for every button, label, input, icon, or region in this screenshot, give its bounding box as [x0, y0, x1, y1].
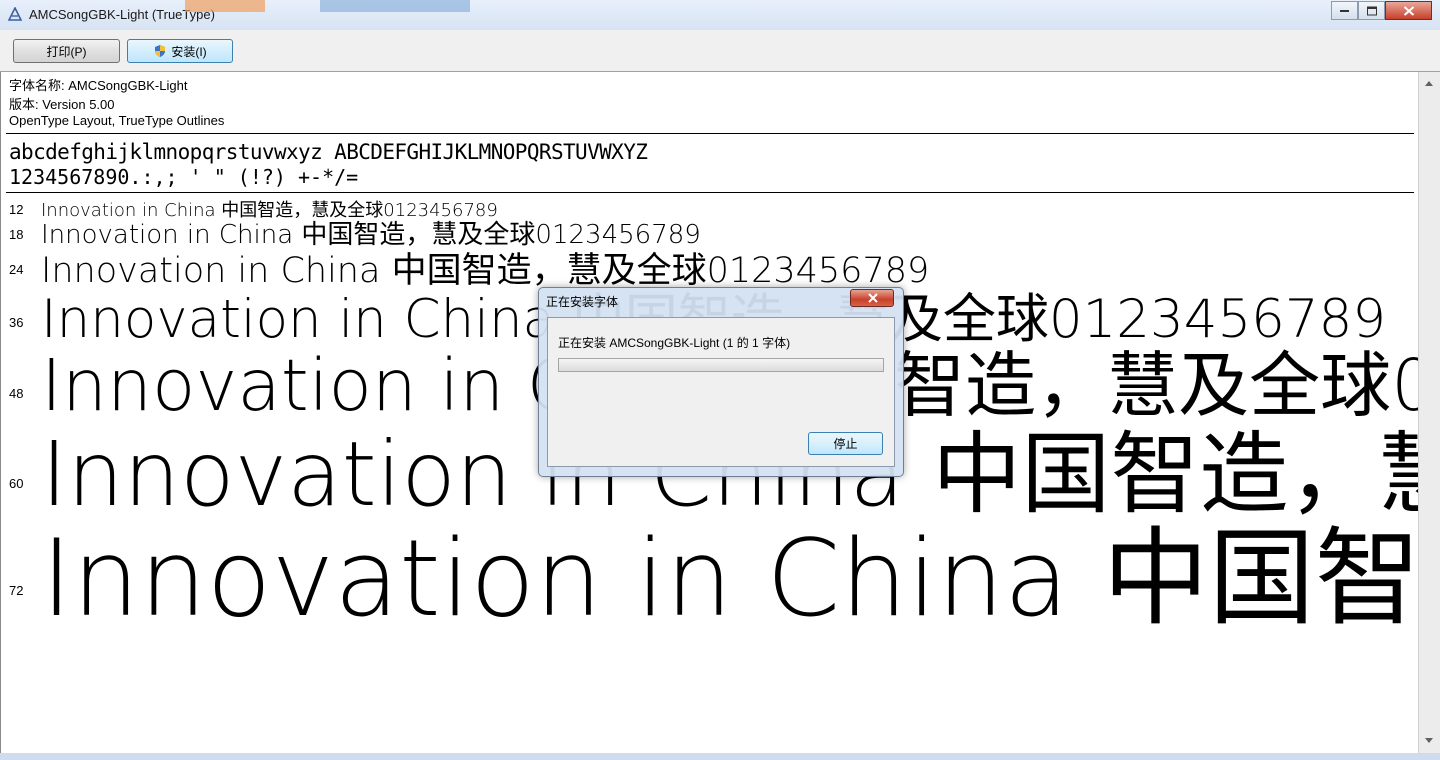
sample-size-label: 18 [9, 227, 24, 242]
sample-size-label: 48 [9, 386, 24, 401]
window-bottom-border [0, 753, 1440, 760]
minimize-button[interactable] [1331, 1, 1358, 20]
font-outline-type: OpenType Layout, TrueType Outlines [9, 113, 225, 128]
sample-size-label: 72 [9, 583, 24, 598]
close-button[interactable] [1385, 1, 1432, 20]
sample-text: Innovation in China 中国智造，慧及全球0123456789 [41, 517, 1418, 640]
scroll-up-icon[interactable] [1423, 78, 1435, 90]
install-button[interactable]: 安装(I) [127, 39, 233, 63]
title-bar[interactable]: AMCSongGBK-Light (TrueType) [0, 0, 1440, 30]
font-name: 字体名称: AMCSongGBK-Light [9, 78, 188, 93]
uac-shield-icon [155, 45, 166, 57]
charset-letters: abcdefghijklmnopqrstuvwxyz ABCDEFGHIJKLM… [9, 140, 648, 164]
stop-button-label: 停止 [833, 437, 858, 451]
sample-size-label: 24 [9, 262, 24, 277]
sample-size-label: 60 [9, 476, 24, 491]
sample-size-label: 36 [9, 315, 24, 330]
print-button-label: 打印(P) [46, 44, 87, 59]
close-icon [1403, 5, 1414, 16]
minimize-icon [1339, 9, 1349, 12]
charset-digits: 1234567890.:,; ' " (!?) +-*/= [9, 165, 359, 189]
scroll-down-icon[interactable] [1423, 734, 1435, 746]
font-version: 版本: Version 5.00 [9, 97, 115, 112]
toolbar: 打印(P) 安装(I) [0, 30, 1440, 72]
font-viewer-window: AMCSongGBK-Light (TrueType) 打印(P) 安装(I) … [0, 0, 1440, 760]
dialog-title: 正在安装字体 [546, 295, 619, 309]
background-app-strip [185, 0, 265, 12]
background-app-strip [320, 0, 470, 12]
maximize-icon [1366, 6, 1377, 15]
print-button[interactable]: 打印(P) [13, 39, 120, 63]
install-progress-bar [558, 358, 884, 372]
divider [6, 133, 1414, 134]
install-button-label: 安装(I) [171, 44, 207, 59]
install-progress-dialog: 正在安装字体 正在安装 AMCSongGBK-Light (1 的 1 字体) … [538, 287, 904, 477]
vertical-scrollbar[interactable] [1418, 72, 1440, 753]
divider [6, 192, 1414, 193]
close-icon [868, 293, 878, 303]
stop-button[interactable]: 停止 [808, 432, 883, 455]
install-status-message: 正在安装 AMCSongGBK-Light (1 的 1 字体) [558, 336, 791, 350]
dialog-body: 正在安装 AMCSongGBK-Light (1 的 1 字体) 停止 [547, 317, 895, 467]
font-app-icon [8, 7, 22, 21]
maximize-button[interactable] [1358, 1, 1385, 20]
sample-size-label: 12 [9, 202, 24, 217]
dialog-close-button[interactable] [850, 289, 894, 307]
